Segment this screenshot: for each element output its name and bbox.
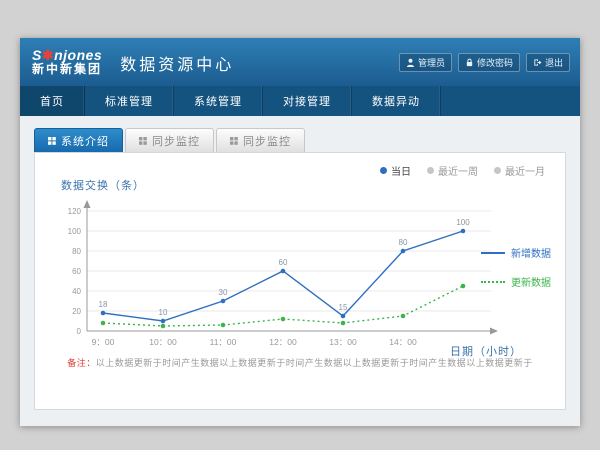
footnote-text: 以上数据更新于时间产生数据以上数据更新于时间产生数据以上数据更新于时间产生数据以… (96, 358, 533, 368)
svg-text:80: 80 (399, 238, 408, 247)
svg-text:10：00: 10：00 (149, 337, 177, 347)
svg-text:100: 100 (456, 218, 470, 227)
app-window: S✱njones 新中新集团 数据资源中心 管理员 修改密码 退出 首页 标准管… (20, 38, 580, 426)
logo-star-icon: ✱ (42, 47, 54, 63)
filter-label: 最近一周 (438, 163, 478, 178)
svg-text:10: 10 (159, 308, 168, 317)
solid-line-icon (481, 252, 505, 254)
svg-text:100: 100 (68, 227, 82, 236)
legend-label: 更新数据 (511, 274, 551, 289)
filter-label: 最近一月 (505, 163, 545, 178)
svg-text:18: 18 (99, 300, 108, 309)
tab-bar: 系统介绍 同步监控 同步监控 (34, 128, 580, 152)
svg-text:9：00: 9：00 (92, 337, 115, 347)
header-actions: 管理员 修改密码 退出 (399, 53, 570, 72)
logo-prefix: S (32, 47, 42, 63)
line-chart: 0 20 40 60 80 100 120 9：00 10：00 11：00 12：00 13：00 1… (53, 199, 503, 364)
logout-label: 退出 (545, 56, 563, 69)
legend-item-updated-data[interactable]: 更新数据 (481, 274, 551, 289)
change-password-label: 修改密码 (477, 56, 513, 69)
tab-sync-monitor-2[interactable]: 同步监控 (216, 128, 305, 152)
svg-text:30: 30 (219, 288, 228, 297)
bullet-icon (380, 167, 387, 174)
tab-label: 同步监控 (152, 133, 200, 149)
svg-text:20: 20 (72, 307, 81, 316)
tab-label: 系统介绍 (61, 133, 109, 149)
footnote: 备注：以上数据更新于时间产生数据以上数据更新于时间产生数据以上数据更新于时间产生… (35, 356, 565, 369)
content-area: 系统介绍 同步监控 同步监控 当日 最近一周 (20, 116, 580, 426)
page-title: 数据资源中心 (120, 51, 234, 75)
app-header: S✱njones 新中新集团 数据资源中心 管理员 修改密码 退出 (20, 38, 580, 86)
svg-text:13：00: 13：00 (329, 337, 357, 347)
svg-text:120: 120 (68, 207, 82, 216)
legend-item-new-data[interactable]: 新增数据 (481, 245, 551, 260)
svg-text:80: 80 (72, 247, 81, 256)
dotted-line-icon (481, 281, 505, 283)
filter-last-week[interactable]: 最近一周 (427, 163, 478, 178)
filter-today[interactable]: 当日 (380, 163, 411, 178)
svg-text:0: 0 (77, 327, 82, 336)
nav-item-standard-mgmt[interactable]: 标准管理 (85, 86, 174, 116)
svg-text:14：00: 14：00 (389, 337, 417, 347)
admin-user-button[interactable]: 管理员 (399, 53, 452, 72)
chart-panel: 当日 最近一周 最近一月 数据交换（条） 0 20 40 60 80 100 120 9：00… (34, 152, 566, 410)
user-icon (406, 58, 415, 67)
nav-item-data-change[interactable]: 数据异动 (352, 86, 441, 116)
brand-logo-text: S✱njones (32, 47, 102, 63)
svg-text:12：00: 12：00 (269, 337, 297, 347)
svg-text:40: 40 (72, 287, 81, 296)
tab-label: 同步监控 (243, 133, 291, 149)
grid-icon (139, 137, 147, 145)
tab-system-intro[interactable]: 系统介绍 (34, 128, 123, 152)
lock-icon (465, 58, 474, 67)
bullet-icon (427, 167, 434, 174)
period-filter-group: 当日 最近一周 最近一月 (380, 163, 545, 178)
nav-item-interface-mgmt[interactable]: 对接管理 (263, 86, 352, 116)
brand-logo: S✱njones 新中新集团 (32, 47, 102, 77)
change-password-button[interactable]: 修改密码 (458, 53, 520, 72)
tab-sync-monitor-1[interactable]: 同步监控 (125, 128, 214, 152)
series-legend: 新增数据 更新数据 (481, 245, 551, 289)
filter-label: 当日 (391, 163, 411, 178)
grid-icon (48, 137, 56, 145)
svg-text:60: 60 (279, 258, 288, 267)
footnote-prefix: 备注： (67, 358, 96, 368)
filter-last-month[interactable]: 最近一月 (494, 163, 545, 178)
bullet-icon (494, 167, 501, 174)
logo-suffix: njones (54, 47, 102, 63)
logout-icon (533, 58, 542, 67)
brand-logo-subtitle: 新中新集团 (32, 63, 102, 77)
y-axis-title: 数据交换（条） (61, 177, 145, 193)
logout-button[interactable]: 退出 (526, 53, 570, 72)
svg-text:15: 15 (339, 303, 348, 312)
svg-text:60: 60 (72, 267, 81, 276)
chart-canvas: 0 20 40 60 80 100 120 9：00 10：00 11：00 12：00 13：00 1… (53, 199, 503, 359)
nav-item-home[interactable]: 首页 (20, 86, 85, 116)
nav-item-system-mgmt[interactable]: 系统管理 (174, 86, 263, 116)
main-nav: 首页 标准管理 系统管理 对接管理 数据异动 (20, 86, 580, 116)
admin-user-label: 管理员 (418, 56, 445, 69)
legend-label: 新增数据 (511, 245, 551, 260)
svg-text:11：00: 11：00 (210, 337, 237, 347)
grid-icon (230, 137, 238, 145)
